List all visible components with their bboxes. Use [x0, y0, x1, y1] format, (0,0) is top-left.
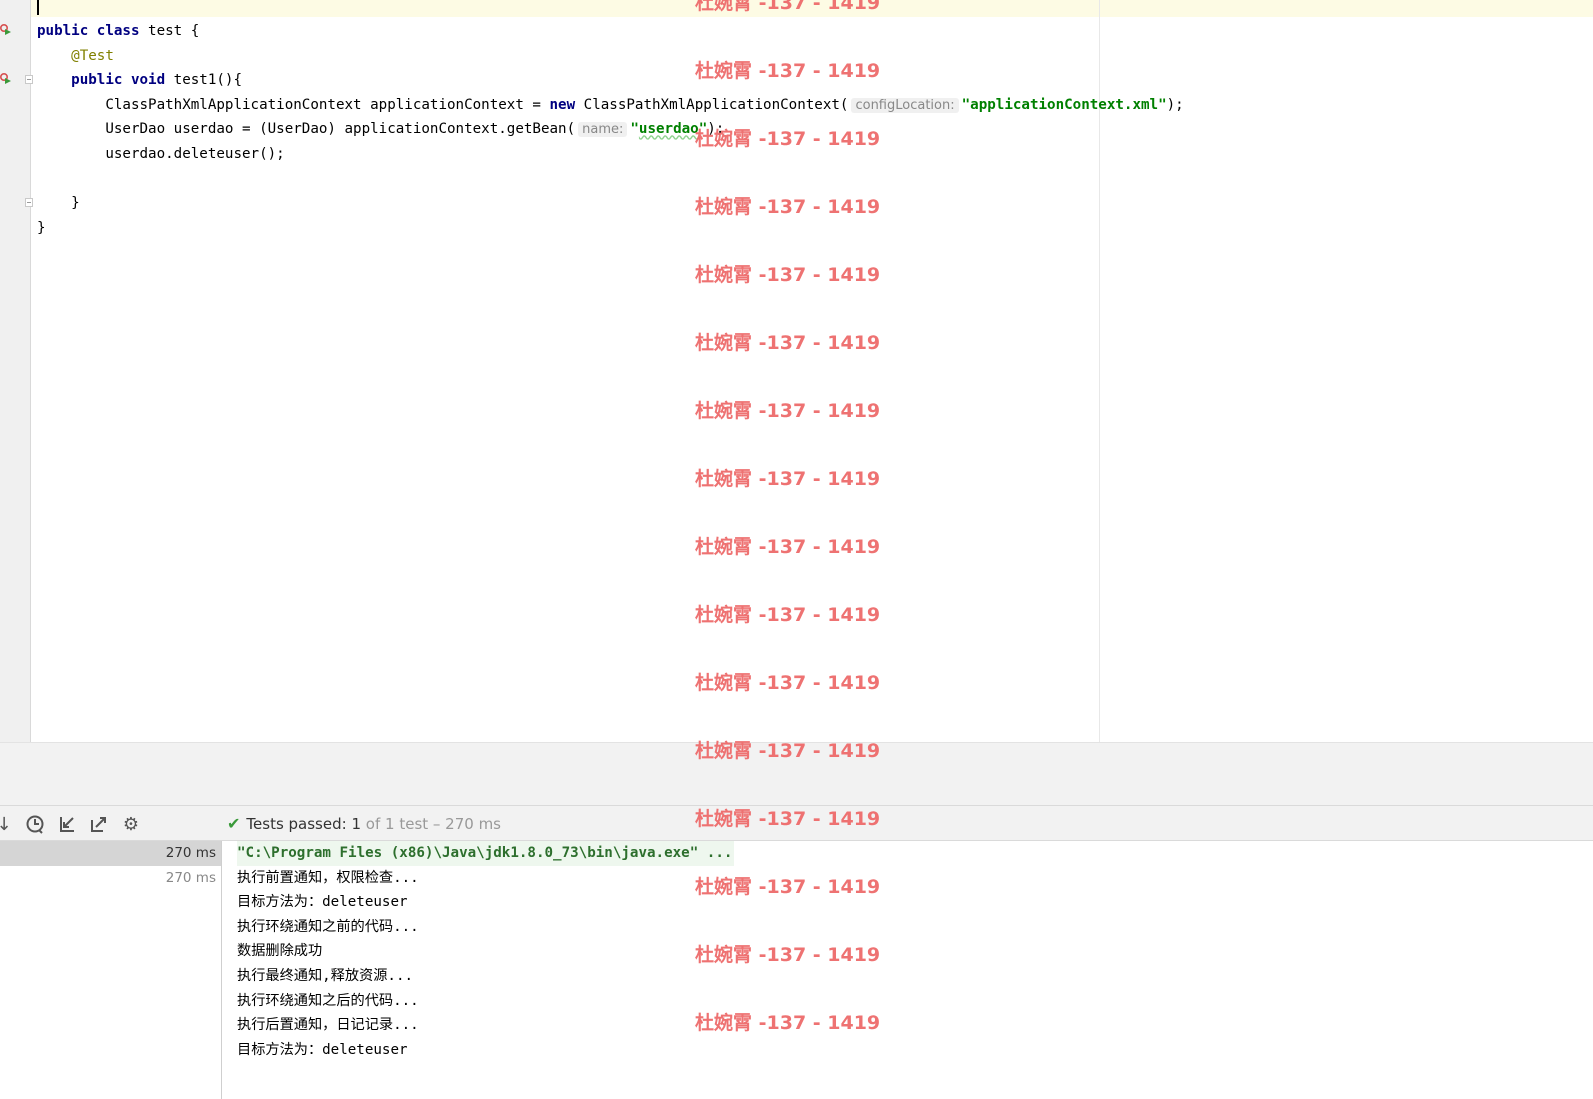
fold-marker-icon[interactable] — [25, 198, 33, 207]
code-token: userdao — [638, 121, 699, 138]
test-tree-row[interactable]: 270 ms — [0, 841, 221, 866]
export-icon[interactable] — [89, 814, 109, 834]
parameter-hint: name: — [578, 122, 628, 138]
test-duration: 270 ms — [165, 845, 216, 861]
status-passed-count: 1 — [351, 814, 362, 833]
gear-icon[interactable]: ⚙ — [121, 814, 141, 835]
parameter-hint: configLocation: — [851, 97, 959, 113]
code-token: ClassPathXmlApplicationContext applicati… — [37, 96, 550, 113]
run-test-method-icon[interactable] — [0, 73, 12, 85]
editor-gutter — [0, 0, 33, 742]
code-token: UserDao userdao = (UserDao) applicationC… — [37, 121, 576, 138]
code-token: " — [630, 121, 639, 138]
code-token: ); — [1166, 96, 1184, 113]
code-token: ); — [707, 121, 725, 138]
fold-marker-icon[interactable] — [25, 75, 33, 84]
code-line: @Test — [37, 44, 1184, 69]
console-line: 执行后置通知，日记记录... — [237, 1017, 419, 1034]
console-line: 执行前置通知，权限检查... — [237, 869, 419, 886]
code-content[interactable]: public class test { @Test public void te… — [37, 19, 1184, 240]
console-line: 目标方法为：deleteuser — [237, 1041, 408, 1058]
test-tree-row[interactable]: 270 ms — [0, 866, 221, 891]
code-token: public — [71, 72, 123, 89]
code-token: public — [37, 23, 89, 39]
code-line: public void test1(){ — [37, 68, 1184, 93]
run-test-class-icon[interactable] — [0, 24, 12, 36]
editor-bottom-strip — [0, 742, 1593, 774]
code-token: ClassPathXmlApplicationContext( — [575, 96, 849, 113]
code-token: class — [96, 23, 140, 39]
status-total-count: of 1 test – 270 ms — [365, 814, 502, 833]
code-token: } — [37, 219, 46, 236]
console-line: 执行环绕通知之前的代码... — [237, 918, 419, 935]
code-line: ClassPathXmlApplicationContext applicati… — [37, 93, 1184, 118]
code-token: userdao.deleteuser(); — [37, 145, 285, 162]
code-line: userdao.deleteuser(); — [37, 142, 1184, 167]
console-lines: "C:\Program Files (x86)\Java\jdk1.8.0_73… — [237, 841, 735, 1062]
text-caret — [37, 0, 39, 15]
code-editor[interactable]: public class test { @Test public void te… — [0, 0, 1593, 742]
code-line: UserDao userdao = (UserDao) applicationC… — [37, 117, 1184, 142]
code-token: test { — [139, 23, 200, 39]
import-icon[interactable] — [57, 814, 77, 834]
test-status: ✔ Tests passed: 1 of 1 test – 270 ms — [227, 814, 501, 833]
code-token: } — [37, 195, 80, 212]
run-tabs-strip — [0, 773, 1593, 806]
console-line: 目标方法为：deleteuser — [237, 894, 408, 911]
status-label: Tests passed: — [246, 814, 347, 833]
code-line: } — [37, 216, 1184, 241]
test-duration: 270 ms — [165, 870, 216, 886]
code-token: @Test — [71, 47, 114, 64]
run-toolbar: ↓ ⚙ ✔ Tests passed: 1 of 1 test – 270 ms — [0, 806, 1593, 841]
console-command-line: "C:\Program Files (x86)\Java\jdk1.8.0_73… — [237, 841, 735, 866]
test-tree[interactable]: 270 ms 270 ms — [0, 841, 222, 1099]
code-token: test1(){ — [165, 72, 243, 89]
arrow-down-icon[interactable]: ↓ — [0, 814, 14, 835]
console-line: 执行最终通知,释放资源... — [237, 967, 414, 984]
console-line: 执行环绕通知之后的代码... — [237, 992, 419, 1009]
console-output[interactable]: "C:\Program Files (x86)\Java\jdk1.8.0_73… — [222, 841, 1593, 1099]
code-token: "applicationContext.xml" — [961, 96, 1167, 113]
history-icon[interactable] — [25, 814, 45, 834]
current-line-highlight — [31, 0, 1593, 17]
code-token: new — [549, 96, 576, 113]
console-line: 数据删除成功 — [237, 943, 323, 960]
code-token: void — [130, 72, 166, 89]
code-token: " — [698, 121, 708, 138]
code-line: public class test { — [37, 19, 1184, 44]
check-icon: ✔ — [227, 814, 241, 833]
code-line: } — [37, 191, 1184, 216]
